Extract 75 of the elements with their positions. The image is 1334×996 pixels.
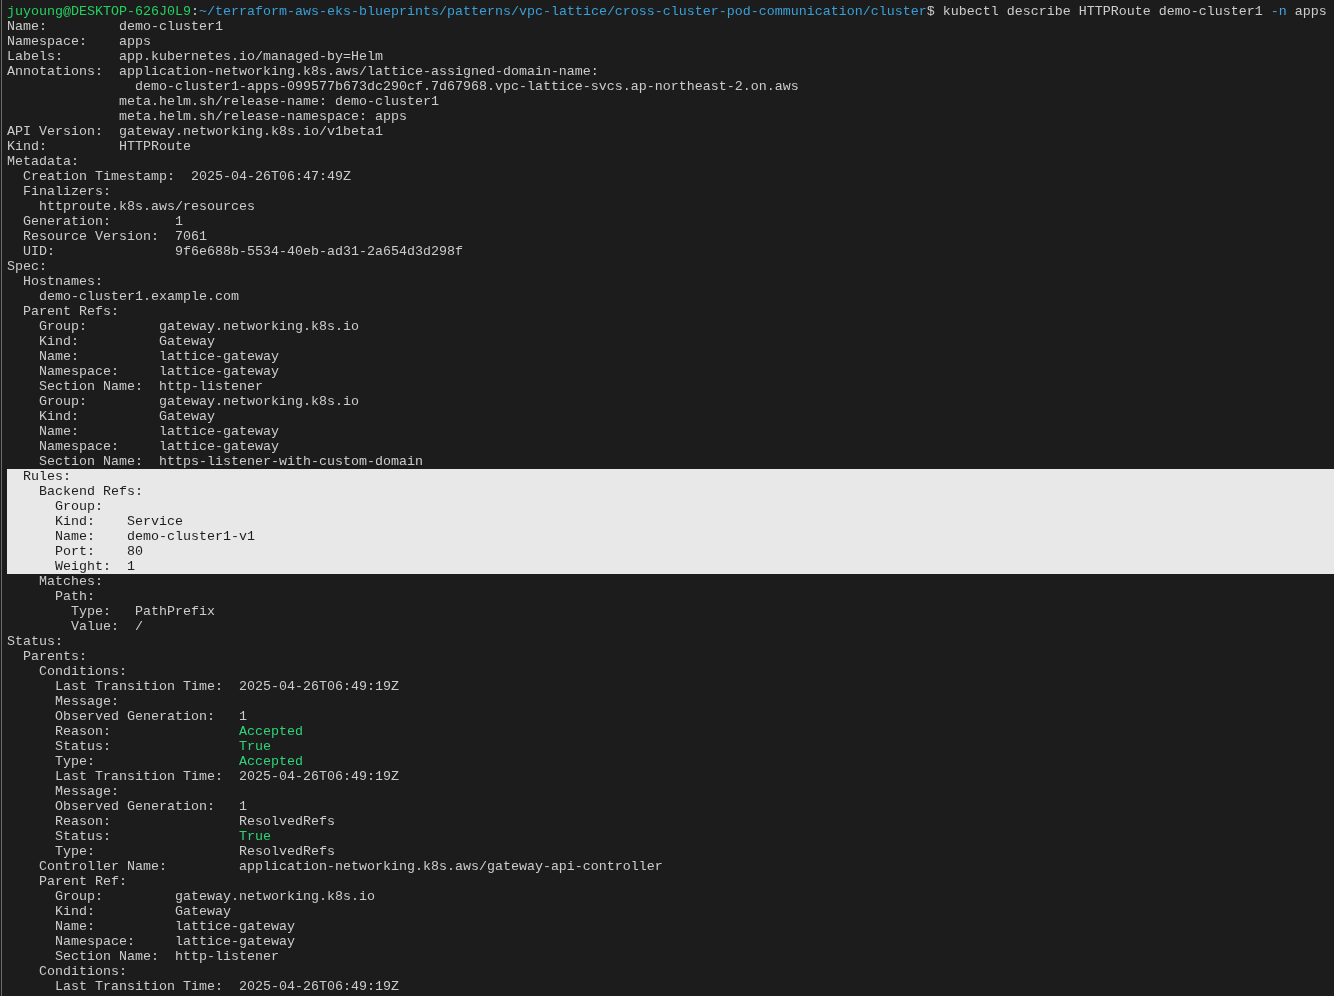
terminal-text: Name: demo-cluster1 [7,19,223,34]
status-value: Accepted [238,724,303,739]
terminal-text: httproute.k8s.aws/resources [38,199,255,214]
terminal-text: Section Name: http-listener [54,949,279,964]
terminal-text: Group: gateway.networking.k8s.io [54,889,375,904]
terminal-text: Type: ResolvedRefs [54,844,335,859]
terminal-text: Last Transition Time: 2025-04-26T06:49:19Z [54,769,399,784]
terminal-text: : [190,4,199,19]
terminal-text: Port: 80 [54,544,143,559]
terminal-text: meta.helm.sh/release-namespace: apps [117,109,407,124]
status-value: True [238,739,271,754]
terminal-text: Matches: [38,574,103,589]
terminal-text: Finalizers: [22,184,111,199]
terminal-text: Status: [54,739,112,754]
terminal-text: Type: [54,754,96,769]
terminal-text: Creation Timestamp: 2025-04-26T06:47:49Z [22,169,351,184]
terminal-text: Hostnames: [22,274,103,289]
terminal-text: apps [1293,4,1327,19]
terminal-text: $ kubectl describe HTTPRoute demo-cluster1 [926,4,1264,19]
status-value: Accepted [238,754,303,769]
terminal-text: Namespace: lattice-gateway [38,364,279,379]
terminal-text: Kind: HTTPRoute [7,139,191,154]
terminal-text: Section Name: https-listener-with-custom-domain [38,454,423,469]
terminal-text: Parent Ref: [38,874,127,889]
terminal-text: Conditions: [38,664,127,679]
terminal-text: Status: [54,829,112,844]
terminal-text: Value: / [70,619,143,634]
terminal-text: Last Transition Time: 2025-04-26T06:49:19Z [54,979,399,994]
terminal-text: Namespace: lattice-gateway [38,439,279,454]
terminal-text: Type: PathPrefix [70,604,215,619]
terminal-text: Message: [54,694,119,709]
status-value: True [238,829,271,844]
terminal-text: Parents: [22,649,87,664]
terminal-text: Backend Refs: [38,484,143,499]
prompt-host: juyoung@DESKTOP-626J0L9 [7,4,191,19]
terminal-text: meta.helm.sh/release-name: demo-cluster1 [117,94,439,109]
prompt-path: ~/terraform-aws-eks-blueprints/patterns/vpc-lattice/cross-cluster-pod-communication/cluster [198,4,927,19]
terminal-text: demo-cluster1.example.com [38,289,239,304]
terminal-text: Name: lattice-gateway [38,424,279,439]
terminal-text: Path: [54,589,95,604]
terminal-text: Annotations: application-networking.k8s.aws/lattice-assigned-domain-name: [7,64,599,79]
terminal-text: Reason: [54,724,112,739]
terminal-text: UID: 9f6e688b-5534-40eb-ad31-2a654d3d298f [22,244,463,259]
terminal-text: Rules: [22,469,71,484]
terminal-text: Section Name: http-listener [38,379,263,394]
flag-text: -n [1270,4,1287,19]
terminal-text: Controller Name: application-networking.k8s.aws/gateway-api-controller [38,859,663,874]
terminal-text: Generation: 1 [22,214,183,229]
terminal-text: Group: [54,499,103,514]
terminal-text: Resource Version: 7061 [22,229,207,244]
terminal-text: Namespace: lattice-gateway [54,934,295,949]
terminal-text: Weight: 1 [54,559,135,574]
terminal-text: Kind: Service [54,514,183,529]
terminal-text: Reason: ResolvedRefs [54,814,335,829]
terminal-text: Status: [7,634,63,649]
terminal-text: Group: gateway.networking.k8s.io [38,319,359,334]
terminal-text: Spec: [7,259,47,274]
terminal-text: Namespace: apps [7,34,151,49]
terminal-text: Parent Refs: [22,304,119,319]
terminal-text: demo-cluster1-apps-099577b673dc290cf.7d67968.vpc-lattice-svcs.ap-northeast-2.on.aws [133,79,799,94]
terminal-text: Conditions: [38,964,127,979]
terminal-text: Metadata: [7,154,79,169]
terminal-text: Name: lattice-gateway [38,349,279,364]
terminal-text: Observed Generation: 1 [54,709,247,724]
terminal-text: Name: demo-cluster1-v1 [54,529,255,544]
terminal-text: Kind: Gateway [38,334,215,349]
terminal-text: Message: [54,784,119,799]
terminal-text: Name: lattice-gateway [54,919,295,934]
terminal-text: API Version: gateway.networking.k8s.io/v1beta1 [7,124,383,139]
terminal-text: Labels: app.kubernetes.io/managed-by=Helm [7,49,383,64]
terminal-text: Group: gateway.networking.k8s.io [38,394,359,409]
terminal-text: Last Transition Time: 2025-04-26T06:49:19Z [54,679,399,694]
terminal-text: Kind: Gateway [54,904,231,919]
terminal-text: Observed Generation: 1 [54,799,247,814]
terminal-text: Kind: Gateway [38,409,215,424]
